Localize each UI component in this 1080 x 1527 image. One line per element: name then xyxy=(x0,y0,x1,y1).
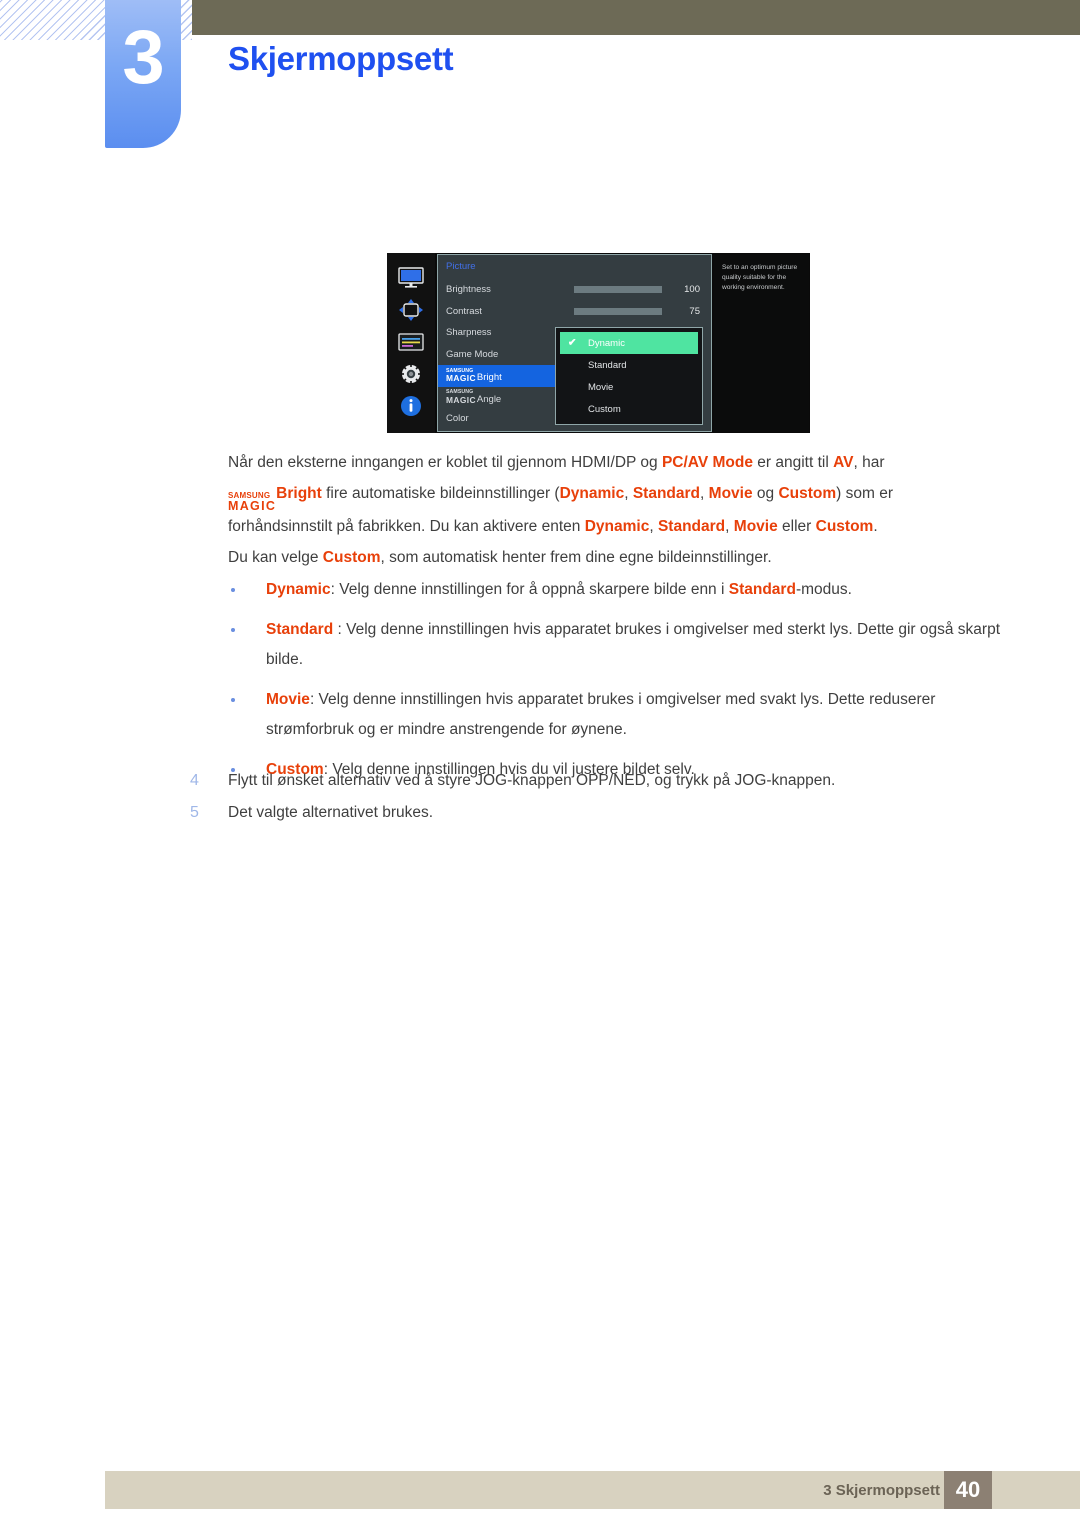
magicbright-inline-logo: SAMSUNG MAGIC xyxy=(228,491,277,513)
contrast-slider[interactable] xyxy=(574,307,662,315)
magicbright-submenu: ✔ Dynamic Standard Movie Custom xyxy=(555,327,703,425)
bullet-text-dynamic: : Velg denne innstillingen for å oppnå s… xyxy=(330,581,729,598)
para-l2-i: ) som er xyxy=(836,484,893,502)
bullet-term-standard: Standard xyxy=(266,620,334,638)
magic-inline-word: Bright xyxy=(276,484,322,502)
para-term-av: AV xyxy=(833,454,854,471)
page-number: 40 xyxy=(944,1471,992,1509)
para-l4-a: Du kan velge xyxy=(228,548,323,566)
para-l3-c: , xyxy=(649,518,658,535)
gear-icon[interactable] xyxy=(396,361,426,387)
bullet-term-movie: Movie xyxy=(266,690,310,708)
chapter-number: 3 xyxy=(122,15,164,100)
step-item: 5 Det valgte alternativet brukes. xyxy=(190,797,1010,829)
para-term-pcav: PC/AV Mode xyxy=(661,454,753,471)
osd-row-magicbright[interactable]: SAMSUNG MAGIC Bright xyxy=(438,365,566,387)
para-term-standard-2: Standard xyxy=(657,518,726,535)
para-l1-c: er angitt til xyxy=(752,454,834,471)
page-title: Skjermoppsett xyxy=(228,40,454,77)
para-l2-g: og xyxy=(752,484,779,502)
osd-label-color: Color xyxy=(446,413,469,425)
para-l1-e: , har xyxy=(853,454,885,471)
magicangle-label: SAMSUNG MAGIC Angle xyxy=(446,390,501,404)
submenu-label-standard: Standard xyxy=(588,359,627,371)
para-term-dynamic-2: Dynamic xyxy=(584,518,650,535)
osd-row-contrast[interactable]: Contrast 75 xyxy=(446,301,711,323)
bullet-text-standard: : Velg denne innstillingen hvis apparate… xyxy=(266,620,1001,669)
osd-icon-column xyxy=(387,253,435,433)
para-l2-c: , xyxy=(624,484,633,502)
list-item: Movie: Velg denne innstillingen hvis app… xyxy=(228,685,1003,746)
osd-menu-title: Picture xyxy=(446,261,476,272)
submenu-item-movie[interactable]: Movie xyxy=(560,376,698,398)
list-item: Standard : Velg denne innstillingen hvis… xyxy=(228,615,1003,676)
brightness-value: 100 xyxy=(684,284,700,296)
brightness-slider[interactable] xyxy=(574,286,662,294)
display-icon[interactable] xyxy=(396,265,426,291)
submenu-label-movie: Movie xyxy=(588,381,614,393)
bullet-text-movie: : Velg denne innstillingen hvis apparate… xyxy=(266,690,936,739)
para-l3-i: . xyxy=(873,518,878,535)
magic-inline-brand-bottom: MAGIC xyxy=(228,498,277,513)
para-l1-a: Når den eksterne inngangen er koblet til… xyxy=(228,454,662,471)
intro-paragraph: Når den eksterne inngangen er koblet til… xyxy=(228,448,988,573)
para-l2-a: fire automatiske bildeinnstillinger ( xyxy=(321,484,560,502)
osd-row-brightness[interactable]: Brightness 100 xyxy=(446,279,711,301)
step-item: 4 Flytt til ønsket alternativ ved å styr… xyxy=(190,765,1010,797)
header-olive-bar xyxy=(192,0,1080,35)
step-number-4: 4 xyxy=(190,772,199,789)
step-text-4: Flytt til ønsket alternativ ved å styre … xyxy=(228,772,836,789)
osd-label-brightness: Brightness xyxy=(446,284,491,296)
para-term-custom-1: Custom xyxy=(778,484,837,502)
info-icon[interactable] xyxy=(396,393,426,419)
magicbright-word: Bright xyxy=(476,372,502,384)
position-arrows-icon[interactable] xyxy=(396,297,426,323)
submenu-item-custom[interactable]: Custom xyxy=(560,398,698,420)
footer-chapter-label: 3 Skjermoppsett xyxy=(823,1482,940,1499)
para-term-movie-2: Movie xyxy=(733,518,778,535)
mode-bullet-list: Dynamic: Velg denne innstillingen for å … xyxy=(228,575,1003,794)
contrast-value: 75 xyxy=(689,305,700,317)
step-number-5: 5 xyxy=(190,804,199,821)
para-l3-a: forhåndsinnstilt på fabrikken. Du kan ak… xyxy=(228,518,585,535)
para-l3-g: eller xyxy=(777,518,816,535)
osd-help-text: Set to an optimum picture quality suitab… xyxy=(714,254,809,432)
checkmark-icon: ✔ xyxy=(568,337,577,349)
submenu-item-dynamic[interactable]: ✔ Dynamic xyxy=(560,332,698,354)
para-term-custom-3: Custom xyxy=(322,548,381,566)
list-item: Dynamic: Velg denne innstillingen for å … xyxy=(228,575,1003,606)
bullet-term-standard-ref: Standard xyxy=(728,581,796,598)
para-l2-e: , xyxy=(700,484,709,502)
osd-lines-icon[interactable] xyxy=(396,329,426,355)
submenu-label-custom: Custom xyxy=(588,403,621,415)
bullet-term-dynamic: Dynamic xyxy=(266,581,331,598)
para-term-standard-1: Standard xyxy=(632,484,701,502)
step-text-5: Det valgte alternativet brukes. xyxy=(228,804,434,821)
para-l4-c: , som automatisk henter frem dine egne b… xyxy=(380,548,772,566)
magicbright-brand-bottom: MAGIC xyxy=(446,373,476,384)
bullet-tail-dynamic: -modus. xyxy=(795,581,852,598)
magicangle-brand-bottom: MAGIC xyxy=(446,394,476,405)
para-term-movie-1: Movie xyxy=(708,484,753,502)
para-l3-e: , xyxy=(725,518,734,535)
osd-label-game-mode: Game Mode xyxy=(446,348,499,360)
magicangle-word: Angle xyxy=(476,393,502,405)
numbered-steps: 4 Flytt til ønsket alternativ ved å styr… xyxy=(190,765,1010,829)
osd-menu-screenshot: Picture Brightness 100 Contrast 75 Sharp… xyxy=(387,253,810,433)
osd-label-sharpness: Sharpness xyxy=(446,327,492,339)
para-term-custom-2: Custom xyxy=(815,518,874,535)
submenu-item-standard[interactable]: Standard xyxy=(560,354,698,376)
osd-label-contrast: Contrast xyxy=(446,305,482,317)
para-term-dynamic-1: Dynamic xyxy=(559,484,625,502)
magicbright-label: SAMSUNG MAGIC Bright xyxy=(446,368,502,384)
submenu-label-dynamic: Dynamic xyxy=(588,337,625,349)
